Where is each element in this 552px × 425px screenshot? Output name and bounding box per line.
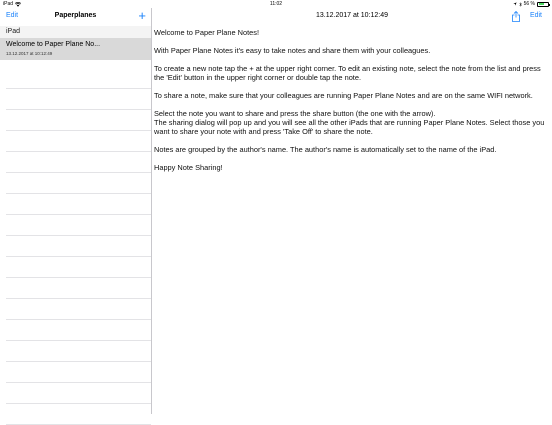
empty-row [6,299,151,320]
empty-list-rows [6,68,151,425]
location-icon [512,2,517,6]
empty-row [6,278,151,299]
bluetooth-icon [518,1,522,7]
battery-icon [537,1,550,7]
empty-row [6,131,151,152]
empty-row [6,152,151,173]
empty-row [6,236,151,257]
note-paragraph: Notes are grouped by the author's name. … [154,145,497,154]
empty-row [6,194,151,215]
list-item[interactable]: Welcome to Paper Plane No... 13.12.2017 … [0,38,151,60]
empty-row [6,383,151,404]
detail-edit-button[interactable]: Edit [530,12,542,19]
empty-row [6,68,151,89]
empty-row [6,257,151,278]
status-time: 11:02 [269,1,283,7]
note-paragraph: Happy Note Sharing! [154,163,223,172]
add-note-button[interactable]: + [138,8,146,24]
sidebar-navbar: Edit Paperplanes + [0,8,151,26]
note-paragraph: Welcome to Paper Plane Notes! [154,28,260,37]
sidebar [0,8,152,425]
empty-row [6,362,151,383]
empty-row [6,110,151,131]
note-date: 13.12.2017 at 10:12:49 [6,51,53,56]
status-right: 56 % [512,1,550,7]
detail-title: 13.12.2017 at 10:12:49 [315,12,388,19]
empty-row [6,215,151,236]
note-paragraph: Select the note you want to share and pr… [154,109,545,136]
status-bar: iPad 11:02 56 % [0,0,552,8]
share-icon[interactable] [511,11,521,22]
empty-row [6,341,151,362]
sidebar-title: Paperplanes [54,12,97,19]
empty-row [6,404,151,425]
battery-percent: 56 % [523,1,535,7]
note-paragraph: With Paper Plane Notes it's easy to take… [154,46,431,55]
section-header-label: iPad [6,28,21,35]
empty-row [6,173,151,194]
note-paragraph: To share a note, make sure that your col… [154,91,533,100]
note-content[interactable]: Welcome to Paper Plane Notes! With Paper… [154,28,547,181]
detail-navbar: 13.12.2017 at 10:12:49 Edit [152,8,552,26]
battery-fill [538,3,544,5]
empty-row [6,320,151,341]
note-paragraph: To create a new note tap the + at the up… [154,64,541,82]
empty-row [6,89,151,110]
note-title: Welcome to Paper Plane No... [6,41,101,48]
